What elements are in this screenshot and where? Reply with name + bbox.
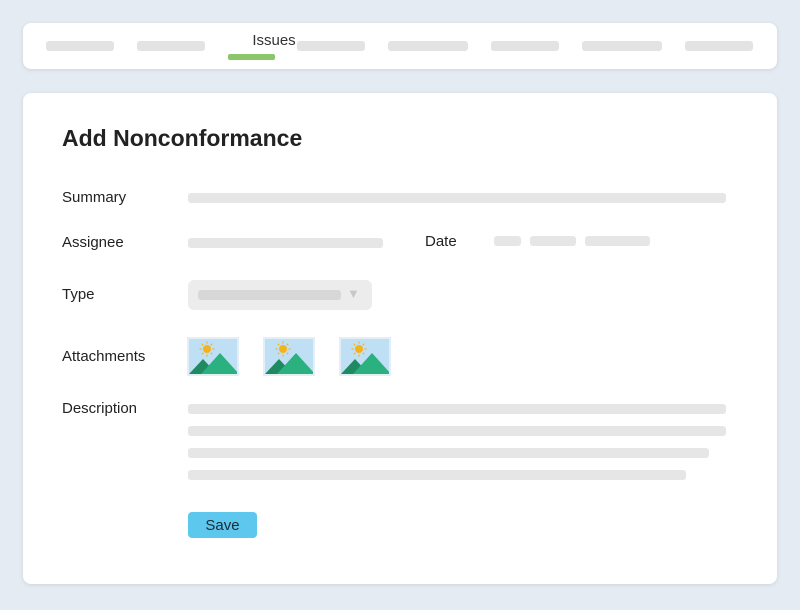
- nav-tab-placeholder[interactable]: [491, 41, 559, 51]
- assignee-field[interactable]: [188, 238, 383, 248]
- type-select-value: [198, 290, 341, 300]
- chevron-down-icon: ▼: [347, 286, 360, 301]
- description-line: [188, 448, 709, 458]
- summary-field[interactable]: [188, 193, 726, 203]
- save-button[interactable]: Save: [188, 512, 257, 538]
- nav-tab-placeholder[interactable]: [388, 41, 468, 51]
- description-line: [188, 470, 686, 480]
- date-month-field[interactable]: [530, 236, 576, 246]
- assignee-label: Assignee: [62, 234, 124, 251]
- image-icon: [341, 341, 389, 374]
- page-title: Add Nonconformance: [62, 125, 303, 151]
- description-line: [188, 426, 726, 436]
- nav-tab-placeholder[interactable]: [297, 41, 365, 51]
- form-card: Add Nonconformance Summary Assignee Date…: [23, 93, 777, 584]
- description-label: Description: [62, 400, 138, 417]
- date-label: Date: [425, 233, 457, 250]
- active-tab-indicator: [228, 54, 275, 60]
- summary-label: Summary: [62, 189, 127, 206]
- nav-tab-placeholder[interactable]: [685, 41, 753, 51]
- nav-tab-placeholder[interactable]: [137, 41, 205, 51]
- nav-tab-placeholder[interactable]: [582, 41, 662, 51]
- top-nav: Issues: [23, 23, 777, 69]
- date-day-field[interactable]: [494, 236, 521, 246]
- description-line: [188, 404, 726, 414]
- type-label: Type: [62, 286, 95, 303]
- attachment-thumbnail[interactable]: [339, 337, 391, 376]
- attachment-thumbnail[interactable]: [187, 337, 239, 376]
- type-select[interactable]: ▼: [188, 280, 372, 310]
- attachments-label: Attachments: [62, 348, 146, 365]
- image-icon: [189, 341, 237, 374]
- attachment-thumbnail[interactable]: [263, 337, 315, 376]
- date-year-field[interactable]: [585, 236, 650, 246]
- image-icon: [265, 341, 313, 374]
- nav-tab-placeholder[interactable]: [46, 41, 114, 51]
